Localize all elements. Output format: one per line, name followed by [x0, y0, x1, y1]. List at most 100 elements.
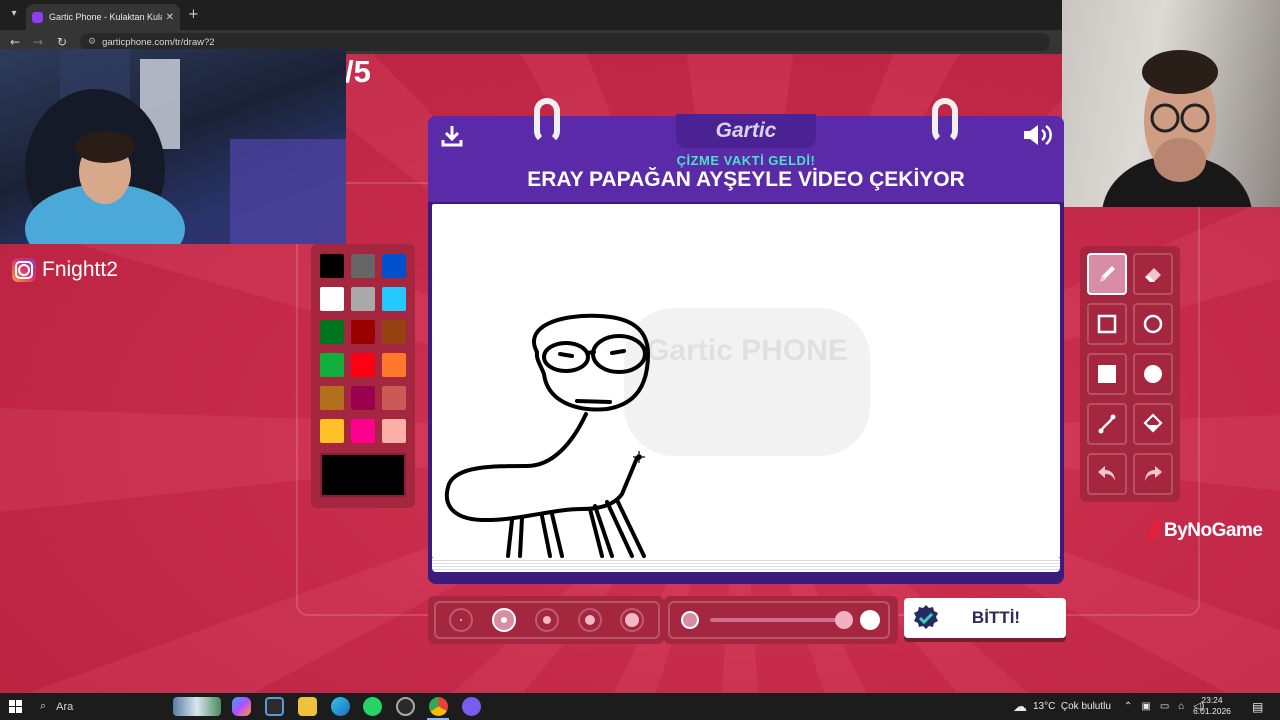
- copilot-icon[interactable]: [232, 697, 251, 716]
- color-palette: [311, 244, 415, 508]
- redo-icon: [1145, 466, 1162, 481]
- tray-battery-icon[interactable]: ▭: [1160, 701, 1169, 712]
- windows-start-icon[interactable]: [9, 700, 22, 713]
- brush-size-3-button[interactable]: [535, 608, 559, 632]
- drawing-canvas[interactable]: Gartic PHONE: [432, 204, 1060, 558]
- whatsapp-icon[interactable]: [363, 697, 382, 716]
- windows-taskbar: ⌕ Ara ☁ 13°C Çok bulutlu ⌃ ▣ ▭ ⌂ ◁) 23:2…: [0, 693, 1280, 720]
- reload-icon[interactable]: ↻: [57, 35, 67, 49]
- sound-icon[interactable]: [1022, 122, 1054, 152]
- color-swatch[interactable]: [382, 419, 406, 443]
- color-swatch[interactable]: [382, 254, 406, 278]
- forward-arrow-icon[interactable]: →: [33, 35, 43, 49]
- opacity-low-icon: [681, 611, 699, 629]
- opacity-slider-thumb[interactable]: [835, 611, 853, 629]
- color-swatch[interactable]: [382, 287, 406, 311]
- brush-size-panel: [428, 596, 664, 644]
- gartic-logo-text: Gartic: [715, 119, 777, 142]
- ellipse-outline-tool-button[interactable]: [1133, 303, 1173, 345]
- site-info-icon[interactable]: ⚙: [88, 37, 96, 47]
- clock-date: 6.01.2026: [1193, 706, 1231, 716]
- brush-size-4-button[interactable]: [578, 608, 602, 632]
- browser-tab-bar: ▾ Gartic Phone - Kulaktan Kulağa ✕ +: [0, 0, 1062, 30]
- instagram-overlay: Fnightt2: [12, 258, 118, 282]
- color-swatch[interactable]: [351, 254, 375, 278]
- color-swatch[interactable]: [320, 386, 344, 410]
- redo-button[interactable]: [1133, 453, 1173, 495]
- pencil-tool-button[interactable]: [1087, 253, 1127, 295]
- fill-bucket-tool-button[interactable]: [1133, 403, 1173, 445]
- gartic-phone-watermark: [624, 308, 870, 456]
- opacity-high-icon: [860, 610, 880, 630]
- chrome-icon[interactable]: [429, 697, 448, 716]
- undo-button[interactable]: [1087, 453, 1127, 495]
- color-swatch[interactable]: [351, 353, 375, 377]
- ellipse-filled-tool-button[interactable]: [1133, 353, 1173, 395]
- color-swatch[interactable]: [382, 353, 406, 377]
- color-swatch[interactable]: [320, 353, 344, 377]
- binder-ring-left: [534, 98, 560, 144]
- rectangle-outline-tool-button[interactable]: [1087, 303, 1127, 345]
- color-swatch[interactable]: [320, 320, 344, 344]
- brush-size-2-button[interactable]: [492, 608, 516, 632]
- color-swatch[interactable]: [320, 287, 344, 311]
- instagram-icon: [12, 258, 36, 282]
- opacity-slider-track[interactable]: [710, 618, 844, 622]
- tab-close-icon[interactable]: ✕: [166, 12, 174, 23]
- tab-title: Gartic Phone - Kulaktan Kulağa: [49, 12, 162, 22]
- line-tool-button[interactable]: [1087, 403, 1127, 445]
- round-counter: /5: [345, 54, 371, 89]
- opacity-panel: [664, 596, 898, 644]
- color-swatch[interactable]: [351, 386, 375, 410]
- color-swatch[interactable]: [320, 419, 344, 443]
- color-swatch[interactable]: [382, 320, 406, 344]
- prompt-title: ERAY PAPAĞAN AYŞEYLE VİDEO ÇEKİYOR: [527, 168, 965, 191]
- fill-bucket-icon: [1143, 413, 1163, 433]
- color-swatch[interactable]: [320, 254, 344, 278]
- weather-text: 13°C Çok bulutlu: [1033, 701, 1111, 712]
- tool-panel: [1080, 246, 1180, 502]
- brush-size-1-button[interactable]: [449, 608, 473, 632]
- user-drawing: [444, 313, 650, 558]
- watermark-text: Gartic PHONE: [646, 334, 848, 367]
- rectangle-filled-tool-button[interactable]: [1087, 353, 1127, 395]
- done-button-label: BİTTİ!: [971, 608, 1021, 627]
- line-icon: [1098, 414, 1116, 434]
- back-arrow-icon[interactable]: ←: [10, 35, 20, 49]
- discord-icon[interactable]: [462, 697, 481, 716]
- tab-search-chevron-icon[interactable]: ▾: [6, 6, 22, 22]
- opacity-slider-fill: [710, 618, 844, 622]
- rectangle-outline-icon: [1097, 314, 1117, 334]
- microsoft-store-icon[interactable]: [265, 697, 284, 716]
- color-swatch[interactable]: [351, 287, 375, 311]
- tray-app-icon[interactable]: ▣: [1141, 701, 1150, 712]
- file-explorer-icon[interactable]: [298, 697, 317, 716]
- eraser-icon: [1145, 268, 1161, 282]
- color-swatch[interactable]: [382, 386, 406, 410]
- new-tab-plus-icon[interactable]: +: [188, 7, 199, 22]
- drawing-board: Gartic ÇİZME VAKTİ GELDİ! ERAY PAPAĞAN A…: [428, 98, 1064, 584]
- pencil-icon: [1100, 266, 1115, 282]
- gartic-favicon-icon: [32, 11, 43, 23]
- search-highlight-image[interactable]: [173, 697, 221, 716]
- binder-ring-right: [932, 98, 958, 144]
- notification-icon[interactable]: ▤: [1252, 693, 1263, 720]
- edge-icon[interactable]: [331, 697, 350, 716]
- tray-chevron-up-icon[interactable]: ⌃: [1124, 701, 1132, 712]
- taskbar-clock[interactable]: 23:24 6.01.2026: [1192, 695, 1232, 717]
- obs-icon[interactable]: [396, 697, 415, 716]
- download-icon[interactable]: [440, 124, 464, 152]
- color-swatch[interactable]: [351, 320, 375, 344]
- tray-network-icon[interactable]: ⌂: [1178, 701, 1184, 712]
- weather-widget[interactable]: ☁ 13°C Çok bulutlu: [1013, 693, 1111, 720]
- ellipse-filled-icon: [1144, 365, 1162, 383]
- brush-size-5-button[interactable]: [620, 608, 644, 632]
- url-text: garticphone.com/tr/draw?2: [102, 36, 215, 48]
- search-label: Ara: [56, 700, 74, 713]
- browser-tab[interactable]: Gartic Phone - Kulaktan Kulağa ✕: [26, 4, 180, 30]
- color-swatch[interactable]: [351, 419, 375, 443]
- done-button[interactable]: BİTTİ!: [904, 598, 1066, 638]
- eraser-tool-button[interactable]: [1133, 253, 1173, 295]
- undo-icon: [1098, 466, 1115, 481]
- bynogame-logo: ByNoGame: [1146, 520, 1263, 542]
